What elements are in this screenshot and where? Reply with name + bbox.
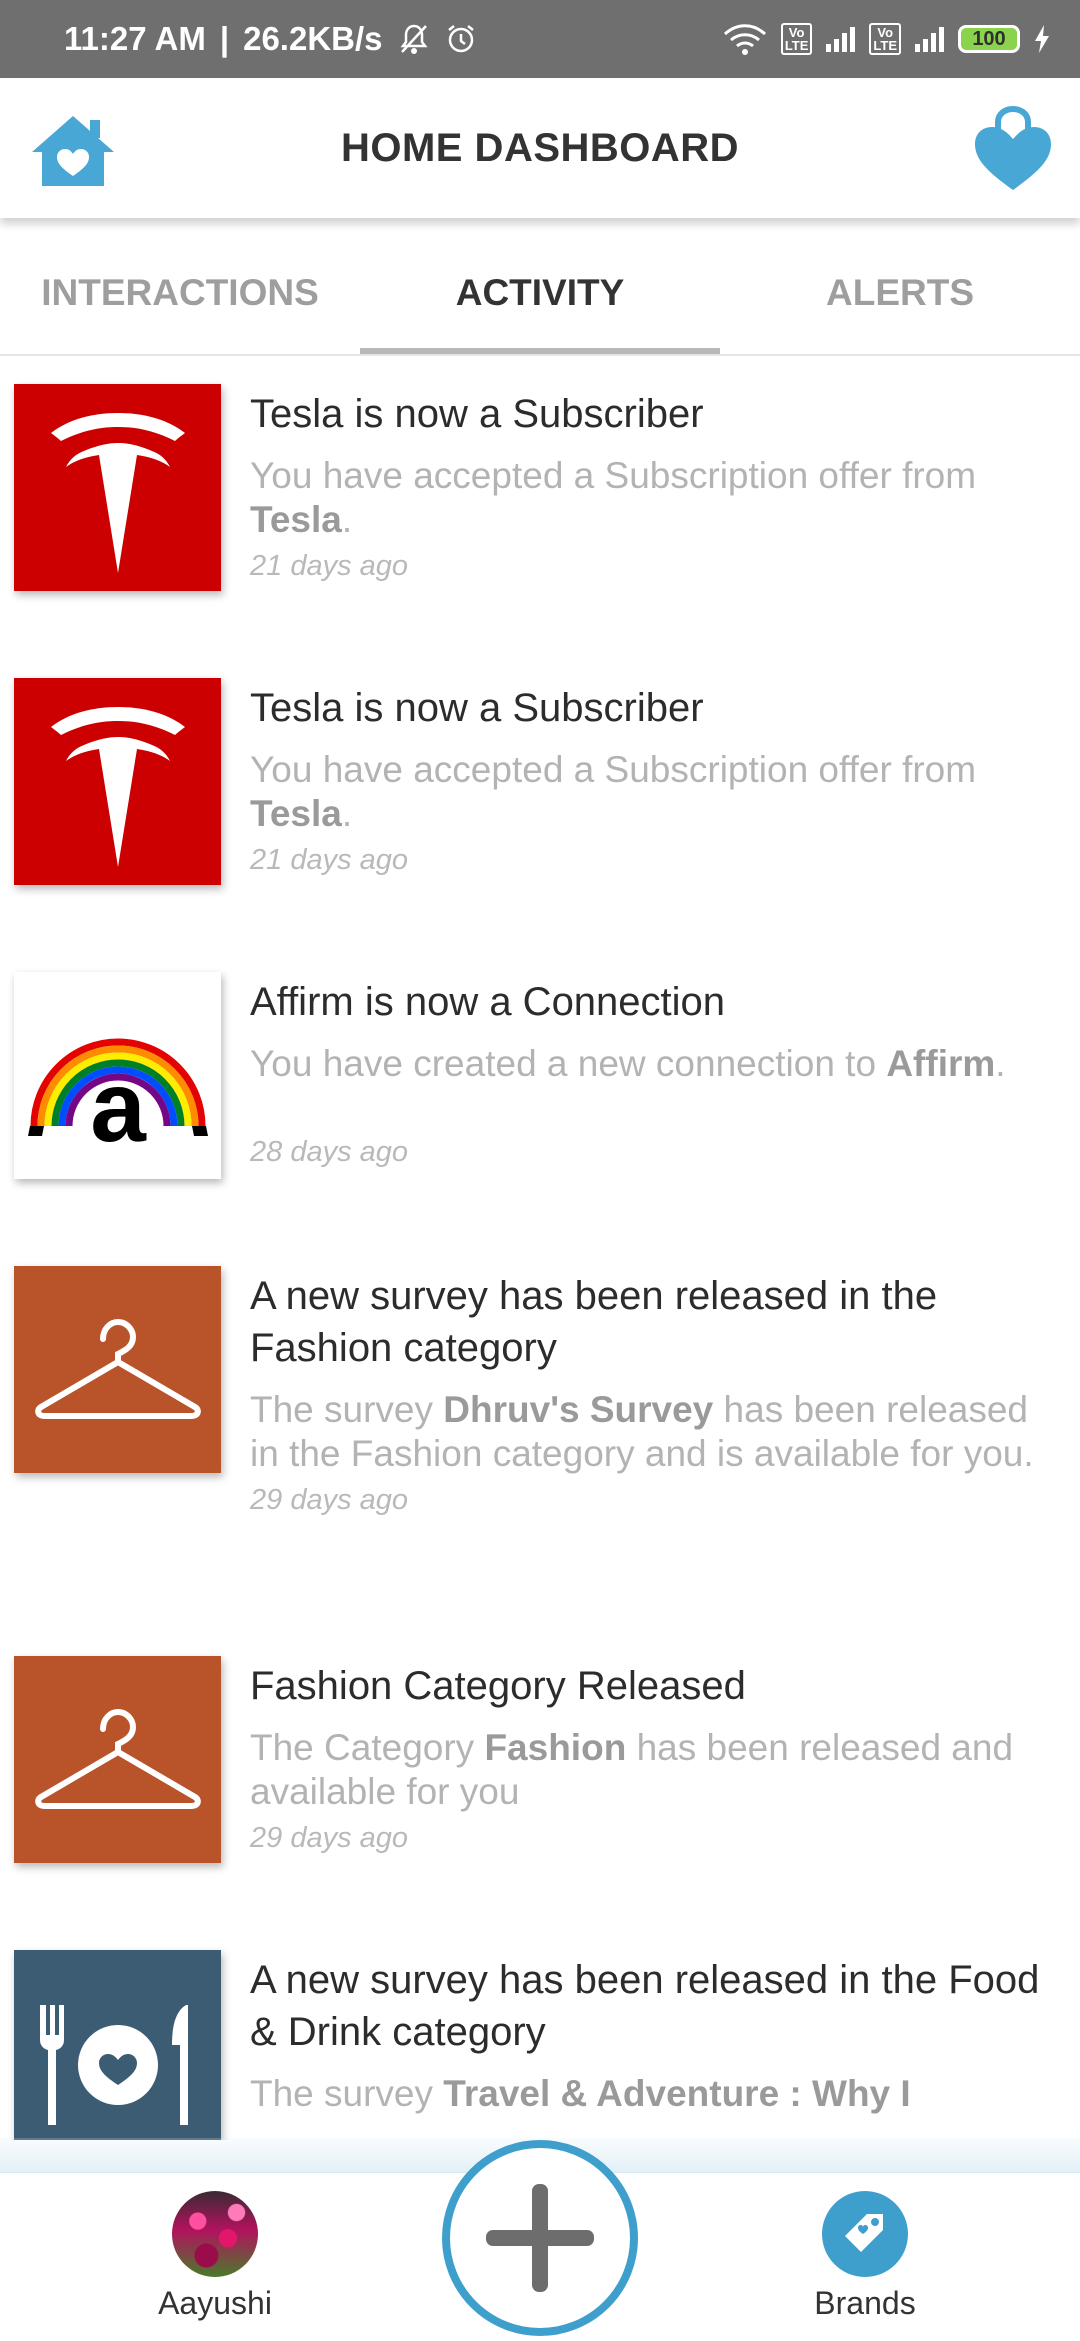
home-button[interactable] — [28, 110, 118, 190]
item-title: Tesla is now a Subscriber — [250, 686, 704, 730]
item-description: You have accepted a Subscription offer f… — [250, 749, 977, 834]
item-thumbnail — [14, 384, 221, 591]
affirm-logo-icon: a — [27, 1038, 208, 1146]
status-separator: | — [219, 20, 230, 57]
item-description: You have accepted a Subscription offer f… — [250, 455, 977, 540]
item-title: A new survey has been released in the Fo… — [250, 1958, 1040, 2054]
charging-icon — [1034, 24, 1050, 54]
volte-badge-1: Vo LTE — [780, 23, 813, 55]
status-bar: 11:27 AM | 26.2KB/s Vo LTE Vo LTE 100 — [0, 0, 1080, 78]
list-item[interactable]: Tesla is now a Subscriber You have accep… — [0, 650, 1080, 944]
avatar — [172, 2191, 258, 2277]
item-description: You have created a new connection to Aff… — [250, 1043, 1006, 1084]
volte-badge-2: Vo LTE — [869, 23, 901, 55]
item-thumbnail — [14, 1656, 221, 1863]
page-title: HOME DASHBOARD — [340, 125, 740, 170]
item-timestamp: 21 days ago — [250, 844, 409, 876]
mute-notifications-icon — [397, 22, 431, 56]
tesla-logo-icon — [50, 706, 185, 867]
brands-label: Brands — [814, 2285, 916, 2321]
item-title: A new survey has been released in the Fa… — [250, 1274, 938, 1370]
tag-icon — [822, 2191, 908, 2277]
hanger-icon — [34, 1318, 201, 1419]
favorites-button[interactable] — [972, 105, 1054, 194]
wifi-icon — [723, 22, 767, 56]
item-timestamp: 28 days ago — [250, 1136, 409, 1168]
item-description: The survey Travel & Adventure : Why I — [250, 2073, 911, 2114]
item-title: Affirm is now a Connection — [250, 980, 726, 1024]
item-title: Fashion Category Released — [250, 1664, 746, 1708]
signal-strength-icon-2 — [915, 26, 944, 52]
tesla-logo-icon — [50, 412, 185, 573]
signal-strength-icon-1 — [826, 26, 856, 52]
activity-feed[interactable]: Tesla is now a Subscriber You have accep… — [0, 356, 1080, 2140]
brands-nav-button[interactable]: Brands — [800, 2191, 930, 2331]
status-time: 11:27 AM — [64, 20, 206, 57]
heart-bag-icon — [975, 105, 1051, 190]
list-item[interactable]: A new survey has been released in the Fo… — [0, 1922, 1080, 2140]
plus-icon — [486, 2184, 594, 2292]
add-button[interactable] — [442, 2140, 638, 2336]
tab-alerts[interactable]: ALERTS — [720, 218, 1080, 354]
tab-interactions[interactable]: INTERACTIONS — [0, 218, 360, 354]
item-timestamp: 29 days ago — [250, 1822, 409, 1854]
profile-nav-button[interactable]: Aayushi — [150, 2191, 280, 2331]
item-thumbnail: a — [14, 972, 221, 1179]
item-thumbnail — [14, 1950, 221, 2140]
home-heart-icon — [32, 116, 114, 186]
alarm-icon — [445, 23, 477, 55]
list-item[interactable]: a Affirm is now a Connection You have cr… — [0, 944, 1080, 1238]
svg-text:a: a — [90, 1051, 147, 1146]
item-thumbnail — [14, 1266, 221, 1473]
hanger-icon — [34, 1708, 201, 1809]
tab-bar: INTERACTIONS ACTIVITY ALERTS — [0, 218, 1080, 356]
item-thumbnail — [14, 678, 221, 885]
food-drink-icon — [39, 2005, 188, 2125]
list-item[interactable]: Tesla is now a Subscriber You have accep… — [0, 356, 1080, 650]
list-item[interactable]: Fashion Category Released The Category F… — [0, 1628, 1080, 1922]
app-bar: HOME DASHBOARD — [0, 78, 1080, 218]
list-item[interactable]: A new survey has been released in the Fa… — [0, 1238, 1080, 1628]
battery-indicator: 100 — [958, 25, 1020, 53]
tab-activity[interactable]: ACTIVITY — [360, 218, 720, 354]
item-timestamp: 21 days ago — [250, 550, 409, 582]
item-description: The survey Dhruv's Survey has been relea… — [250, 1389, 1034, 1474]
item-timestamp: 29 days ago — [250, 1484, 409, 1516]
item-title: Tesla is now a Subscriber — [250, 392, 704, 436]
item-description: The Category Fashion has been released a… — [250, 1727, 1014, 1812]
status-network-speed: 26.2KB/s — [243, 20, 383, 57]
profile-label: Aayushi — [158, 2285, 272, 2321]
